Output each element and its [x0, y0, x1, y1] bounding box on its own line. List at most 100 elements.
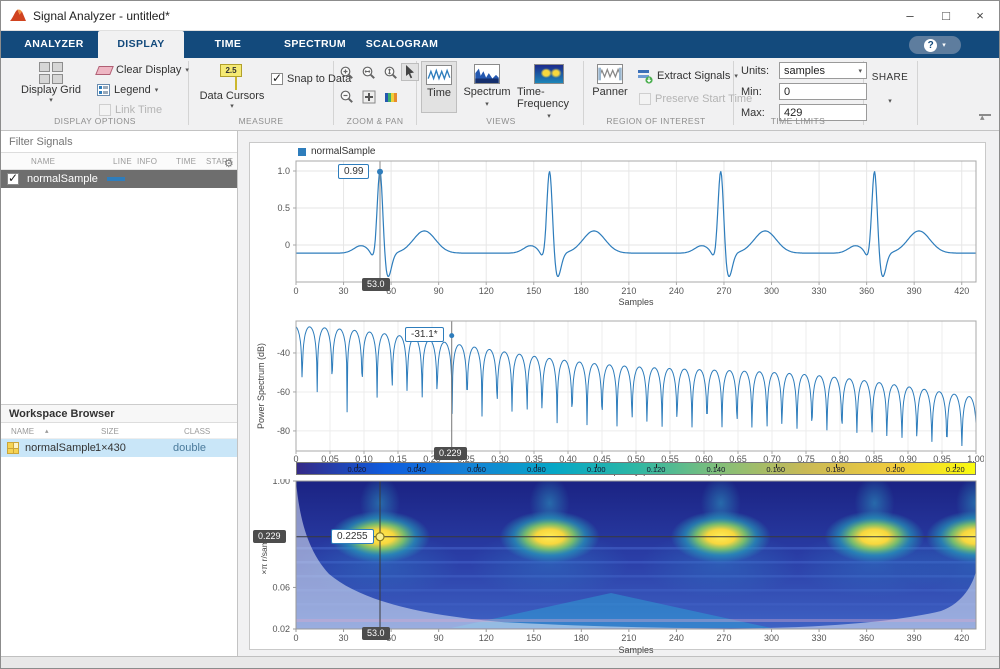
- scalogram-y-cursor-tag[interactable]: 0.229: [253, 530, 286, 543]
- section-label-roi: REGION OF INTEREST: [591, 116, 721, 126]
- colorbar-tick-label: 0.040: [407, 465, 426, 474]
- section-label-zoom-pan: ZOOM & PAN: [337, 116, 413, 126]
- match-colors-icon[interactable]: [383, 89, 401, 107]
- tab-spectrum[interactable]: SPECTRUM: [272, 31, 358, 58]
- variable-icon: [7, 442, 19, 454]
- zoom-x-icon[interactable]: [361, 65, 379, 83]
- colorbar-tick-label: 0.080: [527, 465, 546, 474]
- workspace-header: NAME ▴ SIZE CLASS: [1, 423, 237, 439]
- scalogram-cursor-value[interactable]: 0.2255: [331, 529, 374, 544]
- time-cursor-tag[interactable]: 53.0: [362, 278, 390, 291]
- checkbox-icon: [639, 93, 651, 105]
- tick-label: 1.00: [272, 479, 290, 486]
- zoom-y-icon[interactable]: [383, 65, 401, 83]
- legend-icon: [97, 84, 110, 96]
- zoom-out-icon[interactable]: [339, 89, 357, 107]
- pan-icon[interactable]: [361, 89, 379, 107]
- colorbar-tick-label: 0.220: [946, 465, 965, 474]
- tick-label: 360: [859, 286, 874, 296]
- zoom-in-icon[interactable]: [339, 65, 357, 83]
- min-field[interactable]: [779, 83, 867, 100]
- tick-label: -60: [277, 387, 290, 397]
- tick-label: 240: [669, 633, 684, 643]
- minimize-icon[interactable]: –: [893, 1, 927, 31]
- tick-label: 90: [434, 286, 444, 296]
- tick-label: 270: [716, 286, 731, 296]
- legend-button[interactable]: Legend ▾: [97, 84, 158, 96]
- checkbox-checked-icon: [271, 73, 283, 85]
- spectrum-cursor-tag[interactable]: 0.229: [434, 447, 467, 460]
- tick-label: -80: [277, 426, 290, 436]
- colorbar-tick-label: 0.100: [587, 465, 606, 474]
- tick-label: 150: [526, 286, 541, 296]
- signal-table-header: NAME LINE INFO TIME START ⚙: [1, 153, 237, 170]
- help-button[interactable]: ? ▾: [909, 36, 961, 54]
- scalogram-x-cursor-tag[interactable]: 53.0: [362, 627, 390, 640]
- data-cursors-button[interactable]: 2.5 Data Cursors ▾: [199, 62, 265, 110]
- tick-label: 0: [285, 240, 290, 250]
- clear-display-button[interactable]: Clear Display ▾: [97, 64, 189, 76]
- units-label: Units:: [741, 65, 775, 77]
- preserve-start-time-label: Preserve Start Time: [655, 93, 752, 105]
- spectrum-plot[interactable]: 00.050.100.150.200.250.300.350.400.450.5…: [251, 309, 984, 477]
- signal-checkbox[interactable]: [7, 173, 19, 185]
- section-label-views: VIEWS: [431, 116, 571, 126]
- chevron-down-icon: ▾: [230, 102, 234, 110]
- tick-label: 0.02: [272, 624, 290, 634]
- ws-col-size[interactable]: SIZE: [101, 427, 119, 436]
- display-grid-button[interactable]: Display Grid ▾: [15, 62, 87, 104]
- collapse-ribbon-button[interactable]: [979, 114, 991, 124]
- link-time-checkbox[interactable]: Link Time: [99, 104, 162, 116]
- tick-label: 0.5: [277, 203, 290, 213]
- tab-scalogram[interactable]: SCALOGRAM: [359, 31, 445, 58]
- colorbar-tick-label: 0.060: [467, 465, 486, 474]
- colorbar-tick-label: 0.200: [886, 465, 905, 474]
- tick-label: 1.0: [277, 166, 290, 176]
- chevron-down-icon: ▾: [185, 66, 189, 74]
- spectrum-view-button[interactable]: Spectrum ▾: [461, 61, 513, 108]
- time-view-button[interactable]: Time: [421, 61, 457, 113]
- time-cursor-value[interactable]: 0.99: [338, 164, 369, 179]
- ws-col-name[interactable]: NAME: [11, 427, 34, 436]
- gear-icon[interactable]: ⚙: [224, 157, 234, 170]
- tab-display[interactable]: DISPLAY: [98, 31, 184, 58]
- tick-label: 210: [621, 286, 636, 296]
- ws-var-class: double: [173, 442, 206, 454]
- signal-row-normalsample[interactable]: normalSample: [1, 170, 237, 188]
- status-bar: [1, 656, 999, 669]
- units-value: samples: [784, 65, 825, 77]
- eraser-icon: [95, 66, 114, 75]
- colorbar-tick-label: 0.020: [347, 465, 366, 474]
- ws-col-class[interactable]: CLASS: [184, 427, 210, 436]
- extract-signals-button[interactable]: Extract Signals ▾: [637, 68, 738, 84]
- tick-label: -40: [277, 348, 290, 358]
- tick-label: 120: [479, 286, 494, 296]
- close-icon[interactable]: ×: [963, 1, 997, 31]
- extract-signals-label: Extract Signals: [657, 70, 730, 82]
- preserve-start-time-checkbox[interactable]: Preserve Start Time: [639, 93, 752, 105]
- col-info: INFO: [137, 157, 157, 166]
- tick-label: 270: [716, 633, 731, 643]
- time-view-label: Time: [427, 87, 451, 99]
- maximize-icon[interactable]: □: [929, 1, 963, 31]
- scalogram-colorbar: 0.0200.0400.0600.0800.1000.1200.1400.160…: [296, 462, 976, 475]
- title-bar: Signal Analyzer - untitled* – □ ×: [1, 1, 999, 31]
- scalogram-plot[interactable]: 0306090120150180210240270300330360390420…: [251, 479, 984, 656]
- tick-label: 30: [339, 286, 349, 296]
- spectrum-cursor-value[interactable]: -31.1*: [405, 327, 444, 342]
- time-frequency-view-button[interactable]: Time-Frequency ▾: [517, 61, 581, 120]
- workspace-browser-title: Workspace Browser: [1, 404, 237, 423]
- filter-signals-input[interactable]: [1, 131, 237, 153]
- share-button[interactable]: SHARE ▾: [869, 72, 911, 105]
- tab-time[interactable]: TIME: [185, 31, 271, 58]
- workspace-row-normalsample[interactable]: normalSample 1×430 double: [1, 439, 237, 457]
- pointer-icon[interactable]: [401, 63, 419, 81]
- colorbar-tick-label: 0.120: [647, 465, 666, 474]
- panner-label: Panner: [592, 86, 627, 98]
- tick-label: 390: [907, 633, 922, 643]
- line-color-swatch: [107, 177, 125, 181]
- tab-analyzer[interactable]: ANALYZER: [11, 31, 97, 58]
- panner-button[interactable]: Panner: [589, 61, 631, 98]
- units-select[interactable]: samples ▾: [779, 62, 867, 79]
- x-axis-label: Samples: [618, 297, 654, 307]
